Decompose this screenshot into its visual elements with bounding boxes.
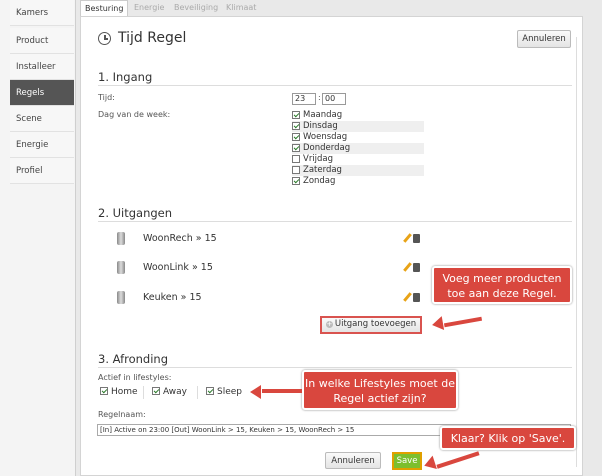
callout-add-products: Voeg meer producten toe aan deze Regel. [432, 266, 572, 304]
sidebar-item-energie[interactable]: Energie [10, 132, 74, 158]
section-uitgangen-title: 2. Uitgangen [98, 206, 173, 220]
checkbox[interactable] [206, 387, 214, 395]
day-checkbox-woensdag[interactable]: Woensdag [292, 132, 424, 143]
callout-save: Klaar? Klik op 'Save'. [440, 426, 576, 450]
sidebar-item-label: Kamers [16, 8, 49, 18]
output-label: WoonRech » 15 [143, 233, 217, 244]
scrollbar[interactable] [576, 37, 577, 467]
day-checkbox-vrijdag[interactable]: Vrijdag [292, 154, 424, 165]
divider [98, 367, 572, 368]
sidebar-item-regels[interactable]: Regels [10, 80, 74, 106]
sidebar-item-label: Installeer [16, 62, 56, 72]
output-row: Keuken » 15 [117, 291, 421, 305]
lifestyle-label: Away [163, 387, 187, 397]
day-label: Donderdag [303, 143, 351, 153]
hour-input[interactable]: 23 [292, 93, 316, 105]
plug-icon [117, 261, 125, 274]
time-separator: : [318, 93, 321, 102]
output-row: WoonRech » 15 [117, 232, 421, 246]
plug-icon [117, 232, 125, 245]
day-checkbox-donderdag[interactable]: Donderdag [292, 143, 424, 154]
lifestyle-checkbox-away[interactable]: Away [152, 386, 198, 399]
cancel-button[interactable]: Annuleren [325, 452, 381, 469]
day-label: Zaterdag [303, 165, 342, 175]
callout-arrow [262, 389, 302, 393]
rule-name-label: Regelnaam: [98, 410, 146, 419]
lifestyle-label: Home [111, 387, 138, 397]
sidebar-item-profiel[interactable]: Profiel [10, 158, 74, 184]
divider [98, 221, 572, 222]
time-label: Tijd: [98, 93, 115, 102]
page-title: Tijd Regel [118, 30, 187, 46]
output-label: WoonLink » 15 [143, 262, 213, 273]
plug-icon [117, 291, 125, 304]
day-label: Woensdag [303, 132, 348, 142]
callout-arrow-head [430, 316, 445, 332]
checkbox[interactable] [292, 111, 300, 119]
day-label: Maandag [303, 110, 343, 120]
sidebar-item-label: Regels [16, 88, 45, 98]
clock-icon [98, 32, 111, 45]
days-label: Dag van de week: [98, 110, 171, 119]
day-checkbox-dinsdag[interactable]: Dinsdag [292, 121, 424, 132]
sidebar-item-installeer[interactable]: Installeer [10, 54, 74, 80]
output-label: Keuken » 15 [143, 292, 202, 303]
section-ingang-title: 1. Ingang [98, 70, 153, 84]
tab-klimaat[interactable]: Klimaat [222, 0, 260, 16]
lifestyles-label: Actief in lifestyles: [98, 373, 172, 382]
checkbox[interactable] [292, 155, 300, 163]
day-checkbox-zondag[interactable]: Zondag [292, 176, 424, 187]
sidebar-item-label: Energie [16, 140, 49, 150]
save-button[interactable]: Save [392, 452, 422, 470]
sidebar: Kamers Product Installeer Regels Scene E… [0, 0, 76, 476]
sidebar-item-label: Profiel [16, 166, 43, 176]
plus-icon: + [325, 320, 333, 328]
day-label: Dinsdag [303, 121, 338, 131]
callout-lifestyles: In welke Lifestyles moet de Regel actief… [302, 370, 458, 410]
checkbox[interactable] [292, 144, 300, 152]
sidebar-item-scene[interactable]: Scene [10, 106, 74, 132]
tab-energie[interactable]: Energie [130, 0, 168, 16]
checkbox[interactable] [100, 387, 108, 395]
tab-besturing[interactable]: Besturing [80, 0, 129, 16]
lifestyle-checkbox-home[interactable]: Home [100, 386, 144, 399]
day-label: Zondag [303, 176, 336, 186]
minute-input[interactable]: 00 [322, 93, 346, 105]
lifestyle-label: Sleep [217, 387, 243, 397]
pencil-icon[interactable] [403, 233, 412, 243]
cancel-button-top[interactable]: Annuleren [517, 30, 571, 48]
checkbox[interactable] [292, 177, 300, 185]
add-output-button[interactable]: + Uitgang toevoegen [320, 316, 422, 334]
day-label: Vrijdag [303, 154, 334, 164]
sidebar-item-label: Product [16, 36, 49, 46]
sidebar-item-label: Scene [16, 114, 42, 124]
callout-arrow-head [250, 385, 261, 399]
checkbox[interactable] [292, 133, 300, 141]
divider [98, 85, 572, 86]
section-afronding-title: 3. Afronding [98, 352, 169, 366]
sidebar-item-product[interactable]: Product [10, 28, 74, 54]
checkbox[interactable] [292, 166, 300, 174]
trash-icon[interactable] [413, 234, 420, 243]
output-row: WoonLink » 15 [117, 261, 421, 275]
trash-icon[interactable] [413, 293, 420, 302]
trash-icon[interactable] [413, 263, 420, 272]
day-checkbox-zaterdag[interactable]: Zaterdag [292, 165, 424, 176]
checkbox[interactable] [292, 122, 300, 130]
lifestyle-checkbox-sleep[interactable]: Sleep [206, 386, 246, 399]
sidebar-item-kamers[interactable]: Kamers [10, 0, 74, 26]
pencil-icon[interactable] [403, 292, 412, 302]
add-output-label: Uitgang toevoegen [334, 319, 417, 329]
day-checkbox-maandag[interactable]: Maandag [292, 110, 424, 121]
pencil-icon[interactable] [403, 262, 412, 272]
checkbox[interactable] [152, 387, 160, 395]
tab-beveiliging[interactable]: Beveiliging [170, 0, 222, 16]
